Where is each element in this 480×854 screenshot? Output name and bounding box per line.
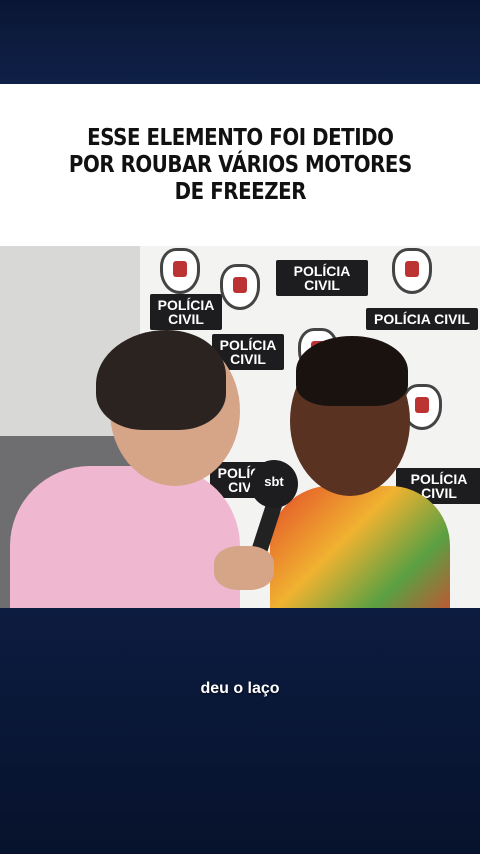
top-background [0,0,480,84]
headline-text: ESSE ELEMENTO FOI DETIDO POR ROUBAR VÁRI… [68,124,412,205]
reporter-shirt [10,466,240,608]
backdrop-label: POLÍCIA CIVIL [366,308,478,330]
police-seal-icon [160,248,200,294]
police-seal-icon [220,264,260,310]
reporter-hand [214,546,274,590]
mic-logo: sbt [264,474,284,489]
headline-card: ESSE ELEMENTO FOI DETIDO POR ROUBAR VÁRI… [0,84,480,246]
detainee-shirt [270,486,450,608]
subtitle-caption: deu o laço [200,680,280,697]
bottom-background [0,608,480,854]
video-frame[interactable]: POLÍCIA CIVIL POLÍCIA CIVIL POLÍCIA CIVI… [0,246,480,608]
backdrop-label: POLÍCIA CIVIL [276,260,368,296]
backdrop-label: POLÍCIA CIVIL [150,294,222,330]
detainee-hair [296,336,408,406]
police-seal-icon [392,248,432,294]
